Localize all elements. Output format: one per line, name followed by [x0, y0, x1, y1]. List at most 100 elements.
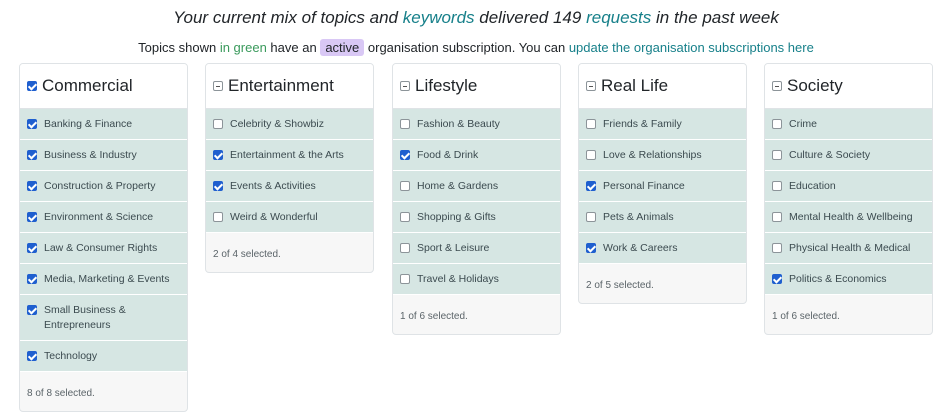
- checkbox-icon[interactable]: [586, 181, 596, 191]
- checkbox-icon[interactable]: [400, 150, 410, 160]
- checkbox-icon[interactable]: [27, 305, 37, 315]
- topic-card-header[interactable]: Commercial: [20, 64, 187, 109]
- topic-card-real-life: Real Life Friends & Family Love & Relati…: [578, 63, 747, 304]
- topic-label: Weird & Wonderful: [230, 211, 318, 223]
- summary-headline: Your current mix of topics and keywords …: [0, 8, 952, 28]
- selection-count: 2 of 4 selected.: [213, 249, 281, 260]
- selection-count: 8 of 8 selected.: [27, 388, 95, 399]
- topic-item[interactable]: Politics & Economics: [765, 264, 932, 295]
- topic-item[interactable]: Banking & Finance: [20, 109, 187, 140]
- checkbox-icon[interactable]: [213, 212, 223, 222]
- checkbox-icon[interactable]: [772, 274, 782, 284]
- topic-item[interactable]: Physical Health & Medical: [765, 233, 932, 264]
- topic-item[interactable]: Celebrity & Showbiz: [206, 109, 373, 140]
- topic-label: Personal Finance: [603, 180, 685, 192]
- requests-link[interactable]: requests: [586, 8, 651, 27]
- topic-item[interactable]: Technology: [20, 341, 187, 372]
- topic-label: Education: [789, 180, 836, 192]
- checkbox-icon[interactable]: [27, 243, 37, 253]
- topic-item[interactable]: Home & Gardens: [393, 171, 560, 202]
- subline-mid: have an: [266, 40, 321, 55]
- checkbox-icon[interactable]: [400, 181, 410, 191]
- topic-item[interactable]: Love & Relationships: [579, 140, 746, 171]
- topic-label: Fashion & Beauty: [417, 118, 500, 130]
- category-title: Entertainment: [228, 76, 334, 95]
- checkbox-icon[interactable]: [213, 150, 223, 160]
- checkbox-icon[interactable]: [27, 119, 37, 129]
- topic-label: Entertainment & the Arts: [230, 149, 344, 161]
- category-checkbox-icon[interactable]: [772, 81, 782, 91]
- topic-label: Pets & Animals: [603, 211, 674, 223]
- topic-item[interactable]: Fashion & Beauty: [393, 109, 560, 140]
- topic-item[interactable]: Culture & Society: [765, 140, 932, 171]
- topic-item[interactable]: Weird & Wonderful: [206, 202, 373, 233]
- keywords-link[interactable]: keywords: [403, 8, 475, 27]
- topic-item[interactable]: Law & Consumer Rights: [20, 233, 187, 264]
- topic-item[interactable]: Sport & Leisure: [393, 233, 560, 264]
- topic-card-header[interactable]: Society: [765, 64, 932, 109]
- topic-label: Crime: [789, 118, 817, 130]
- checkbox-icon[interactable]: [27, 274, 37, 284]
- topic-item[interactable]: Mental Health & Wellbeing: [765, 202, 932, 233]
- category-checkbox-icon[interactable]: [400, 81, 410, 91]
- checkbox-icon[interactable]: [586, 243, 596, 253]
- checkbox-icon[interactable]: [400, 274, 410, 284]
- checkbox-icon[interactable]: [400, 119, 410, 129]
- subscription-note: Topics shown in green have an active org…: [0, 39, 952, 56]
- topic-label: Banking & Finance: [44, 118, 133, 130]
- topic-label: Physical Health & Medical: [789, 242, 911, 254]
- checkbox-icon[interactable]: [213, 181, 223, 191]
- checkbox-icon[interactable]: [27, 351, 37, 361]
- topic-item[interactable]: Entertainment & the Arts: [206, 140, 373, 171]
- checkbox-icon[interactable]: [400, 243, 410, 253]
- checkbox-icon[interactable]: [586, 150, 596, 160]
- checkbox-icon[interactable]: [772, 119, 782, 129]
- topic-card-header[interactable]: Lifestyle: [393, 64, 560, 109]
- topic-label: Home & Gardens: [417, 180, 499, 192]
- checkbox-icon[interactable]: [772, 181, 782, 191]
- topic-item[interactable]: Business & Industry: [20, 140, 187, 171]
- subline-after: organisation subscription. You can: [364, 40, 569, 55]
- checkbox-icon[interactable]: [400, 212, 410, 222]
- topic-item[interactable]: Education: [765, 171, 932, 202]
- topic-card-commercial: Commercial Banking & Finance Business & …: [19, 63, 188, 412]
- green-legend-text: in green: [219, 40, 267, 55]
- checkbox-icon[interactable]: [213, 119, 223, 129]
- topic-label: Media, Marketing & Events: [44, 273, 170, 285]
- checkbox-icon[interactable]: [772, 243, 782, 253]
- topic-item[interactable]: Environment & Science: [20, 202, 187, 233]
- topic-item[interactable]: Crime: [765, 109, 932, 140]
- topic-item[interactable]: Pets & Animals: [579, 202, 746, 233]
- topic-item[interactable]: Friends & Family: [579, 109, 746, 140]
- topic-card-header[interactable]: Entertainment: [206, 64, 373, 109]
- checkbox-icon[interactable]: [586, 119, 596, 129]
- topic-item[interactable]: Construction & Property: [20, 171, 187, 202]
- subline-prefix: Topics shown: [138, 40, 220, 55]
- topic-label: Events & Activities: [230, 180, 316, 192]
- topic-item[interactable]: Small Business & Entrepreneurs: [20, 295, 187, 341]
- topic-item[interactable]: Shopping & Gifts: [393, 202, 560, 233]
- checkbox-icon[interactable]: [27, 212, 37, 222]
- category-checkbox-icon[interactable]: [27, 81, 37, 91]
- topic-label: Culture & Society: [789, 149, 871, 161]
- topic-item[interactable]: Food & Drink: [393, 140, 560, 171]
- topic-item[interactable]: Events & Activities: [206, 171, 373, 202]
- checkbox-icon[interactable]: [772, 212, 782, 222]
- topic-card-header[interactable]: Real Life: [579, 64, 746, 109]
- checkbox-icon[interactable]: [772, 150, 782, 160]
- active-badge: active: [320, 39, 365, 56]
- topic-label: Sport & Leisure: [417, 242, 490, 254]
- topic-item[interactable]: Media, Marketing & Events: [20, 264, 187, 295]
- checkbox-icon[interactable]: [586, 212, 596, 222]
- checkbox-icon[interactable]: [27, 150, 37, 160]
- category-checkbox-icon[interactable]: [213, 81, 223, 91]
- topic-label: Travel & Holidays: [417, 273, 499, 285]
- topic-item[interactable]: Work & Careers: [579, 233, 746, 264]
- topic-label: Shopping & Gifts: [417, 211, 496, 223]
- checkbox-icon[interactable]: [27, 181, 37, 191]
- topic-item[interactable]: Travel & Holidays: [393, 264, 560, 295]
- topic-label: Work & Careers: [603, 242, 678, 254]
- category-checkbox-icon[interactable]: [586, 81, 596, 91]
- topic-item[interactable]: Personal Finance: [579, 171, 746, 202]
- update-subscriptions-link[interactable]: update the organisation subscriptions he…: [569, 40, 814, 55]
